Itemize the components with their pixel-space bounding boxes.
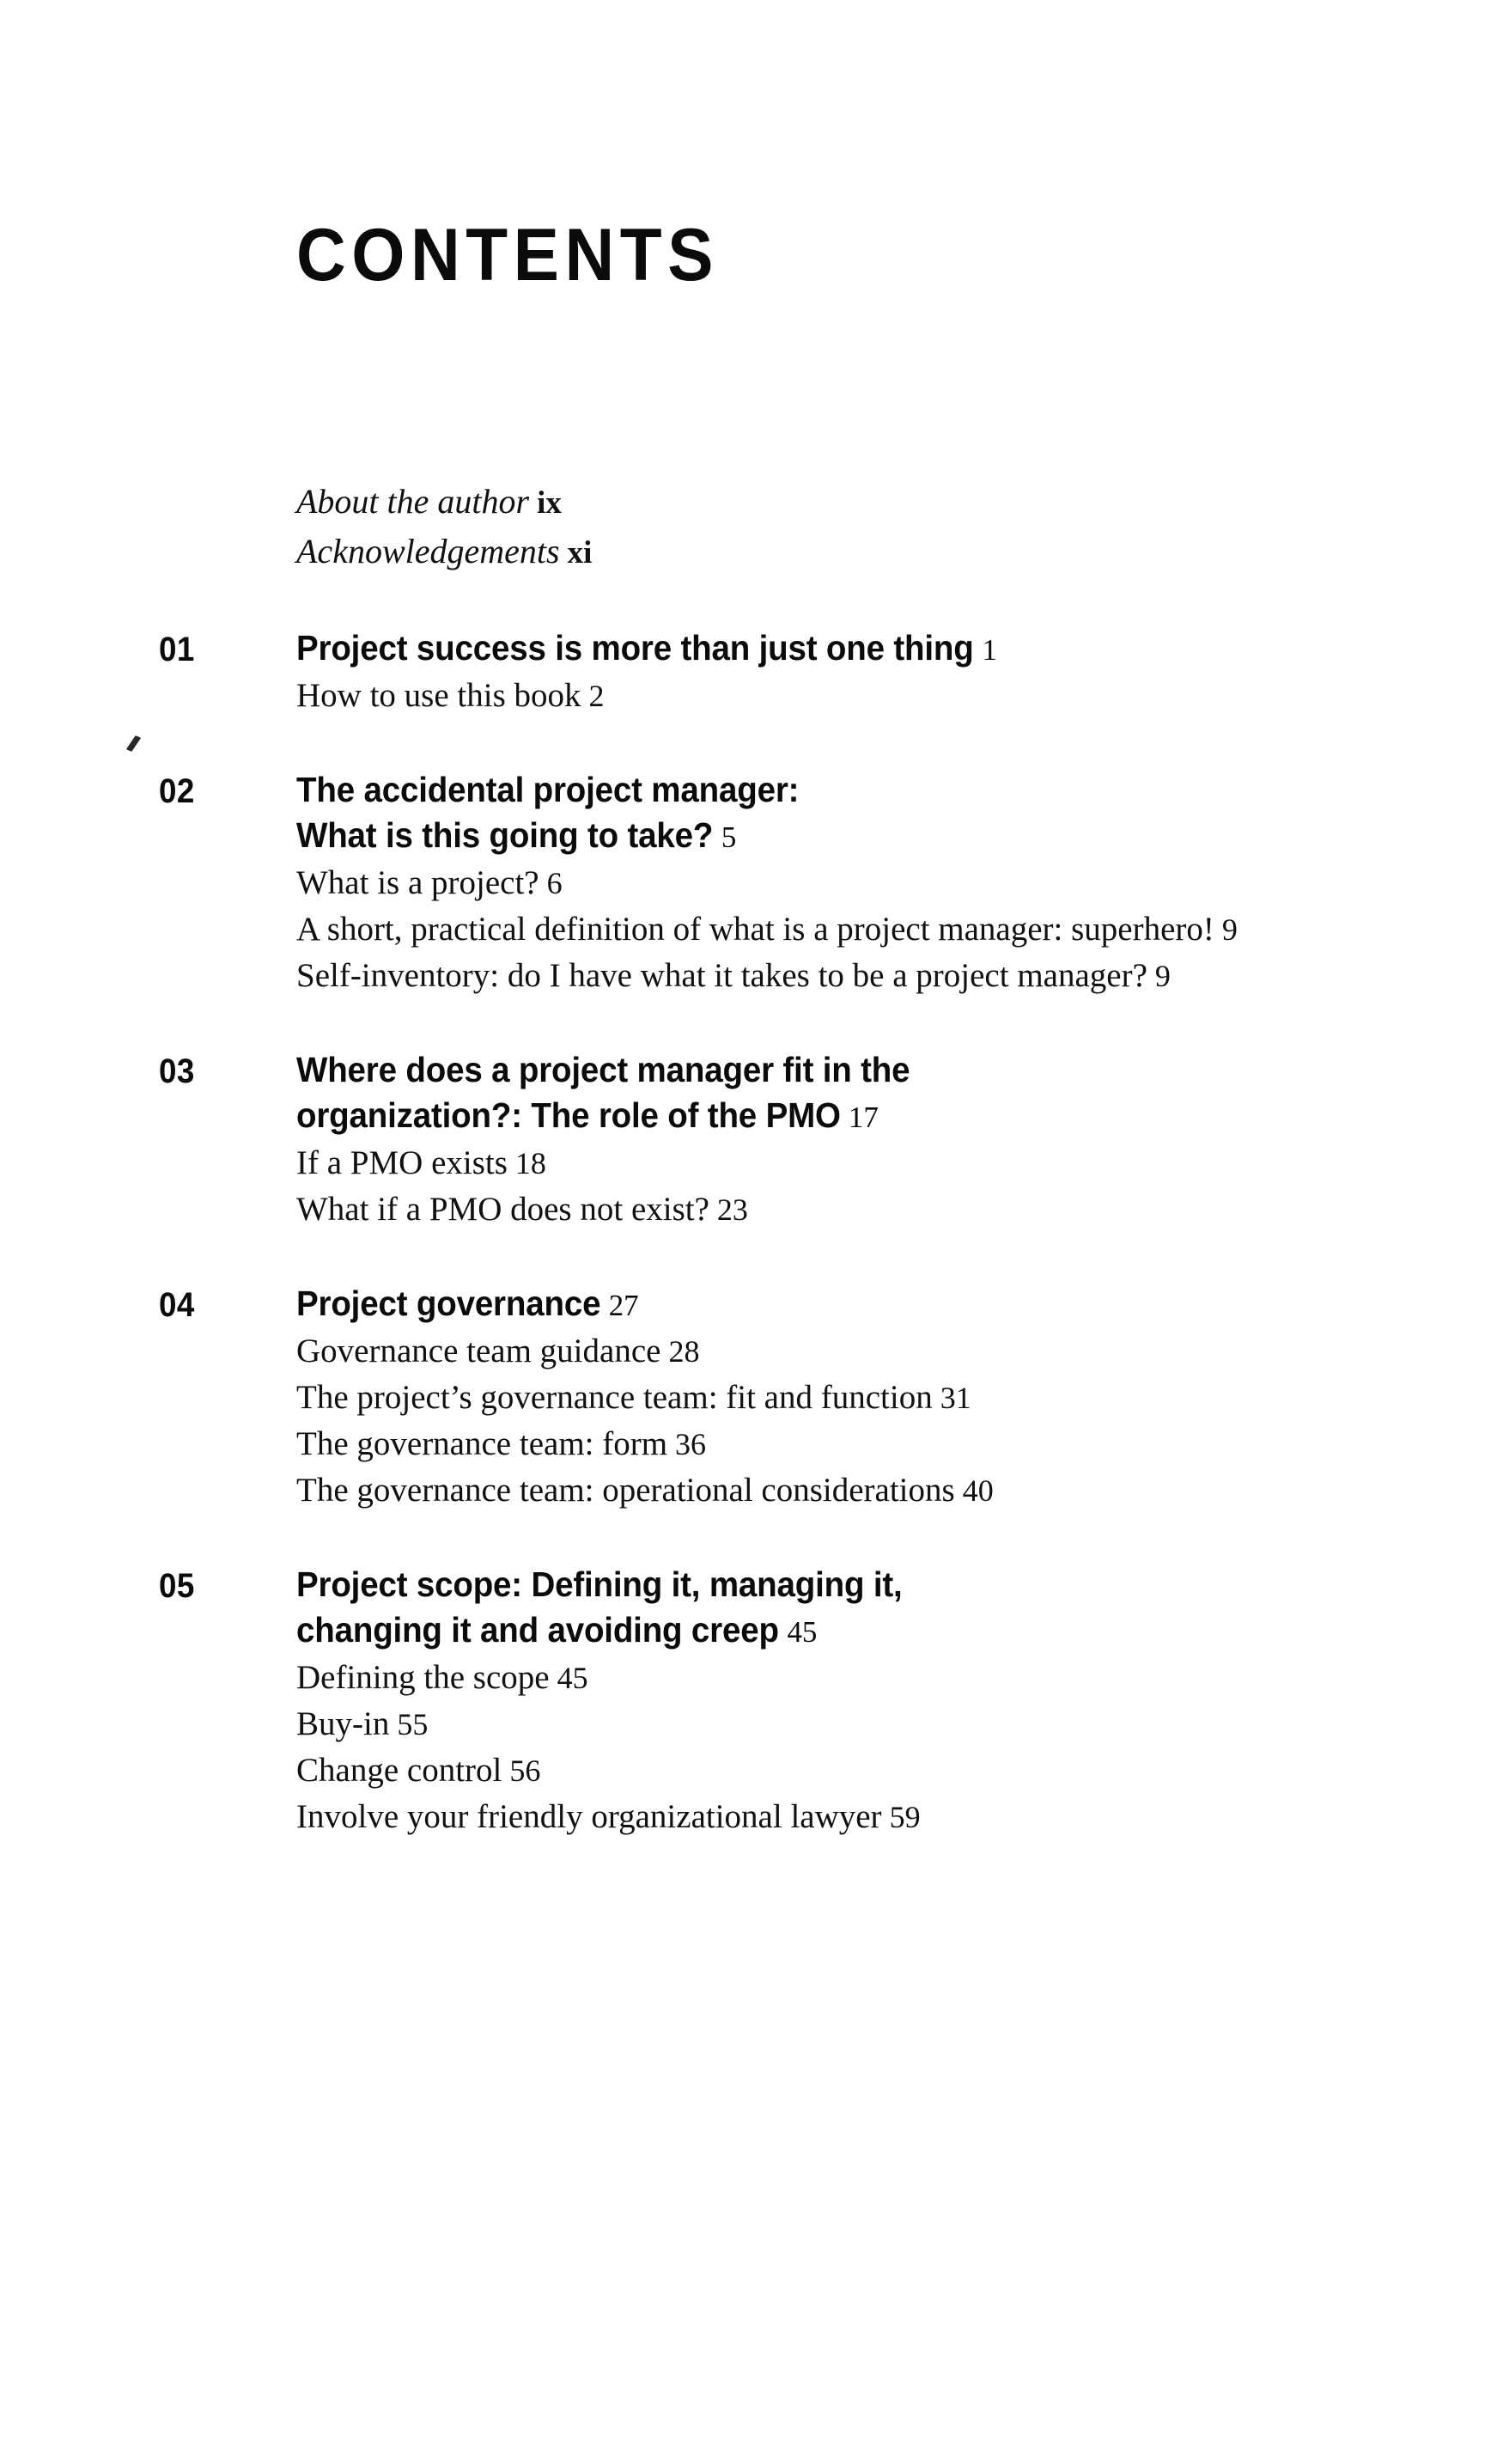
chapter-title[interactable]: Where does a project manager fit in the o… [296,1047,1336,1140]
frontmatter-page-number: ix [537,485,562,521]
chapter-title-line: The accidental project manager: [296,767,1274,813]
section-entry[interactable]: If a PMO exists 18 [296,1140,1299,1186]
section-list: What is a project? 6 A short, practical de… [296,860,1336,999]
chapter-title-text: Project scope: Defining it, managing it, [296,1564,903,1604]
chapter-page-number: 5 [721,820,737,854]
section-list: If a PMO exists 18 What if a PMO does not … [296,1140,1336,1233]
chapter-content: Project success is more than just one th… [296,625,1491,719]
chapter-title[interactable]: Project scope: Defining it, managing it,… [296,1562,1336,1655]
section-page-number: 56 [509,1753,541,1788]
chapter-content: The accidental project manager: What is t… [296,767,1491,999]
toc-page: CONTENTS About the author ix Acknowledgeme… [0,0,1491,2464]
chapter-content: Project scope: Defining it, managing it,… [296,1562,1491,1840]
chapter-title-line: Project success is more than just one th… [296,625,1274,673]
chapter-title-line: Where does a project manager fit in the [296,1047,1274,1093]
chapter-number: 01 [159,631,195,668]
section-page-number: 36 [675,1427,707,1461]
section-page-number: 18 [514,1146,546,1180]
section-label: What if a PMO does not exist? [296,1191,709,1228]
chapter-content: Project governance 27 Governance team guid… [296,1281,1491,1514]
section-entry[interactable]: What if a PMO does not exist? 23 [296,1186,1299,1233]
section-label: Change control [296,1752,502,1789]
section-list: Governance team guidance 28 The project’s … [296,1328,1336,1514]
frontmatter-label: About the author [296,482,530,521]
section-entry[interactable]: Self-inventory: do I have what it takes … [296,953,1299,999]
chapter-number: 02 [159,772,195,810]
chapter-page-number: 1 [982,633,997,667]
section-entry[interactable]: A short, practical definition of what is… [296,906,1299,953]
section-entry[interactable]: How to use this book 2 [296,673,1299,719]
chapter-title-line: What is this going to take? 5 [296,813,1274,860]
chapter-entry: 04 Project governance 27 Governance team gu… [0,1281,1491,1514]
chapter-page-number: 45 [787,1615,818,1649]
chapter-title-text: organization?: The role of the PMO [296,1095,841,1135]
chapter-title-line: changing it and avoiding creep 45 [296,1607,1274,1655]
section-label: What is a project? [296,864,539,901]
chapter-entry: 01 Project success is more than just one … [0,625,1491,719]
frontmatter-page-number: xi [567,535,593,570]
section-page-number: 45 [557,1661,588,1695]
chapter-title-text: Project governance [296,1284,601,1323]
section-page-number: 28 [668,1334,700,1369]
chapter-entry: 03 Where does a project manager fit in th… [0,1047,1491,1233]
section-entry[interactable]: The governance team: form 36 [296,1421,1299,1467]
page-title: CONTENTS [296,213,719,296]
section-entry[interactable]: Governance team guidance 28 [296,1328,1299,1375]
table-of-contents: About the author ix Acknowledgements xi 01 P… [0,478,1491,1840]
section-label: The governance team: form [296,1425,668,1462]
chapter-number: 05 [159,1567,195,1605]
section-page-number: 23 [716,1192,748,1227]
section-page-number: 9 [1221,912,1238,947]
section-label: The governance team: operational conside… [296,1472,955,1509]
chapter-number: 04 [159,1286,195,1324]
section-label: Buy-in [296,1705,390,1742]
section-label: If a PMO exists [296,1144,508,1181]
section-page-number: 55 [397,1707,429,1741]
section-page-number: 31 [940,1381,971,1415]
chapter-title[interactable]: The accidental project manager: What is t… [296,767,1336,860]
chapter-list: 01 Project success is more than just one … [0,625,1491,1840]
section-page-number: 40 [962,1473,994,1508]
chapter-title[interactable]: Project governance 27 [296,1281,1336,1328]
chapter-title-text: changing it and avoiding creep [296,1610,779,1650]
chapter-title-text: The accidental project manager: [296,770,800,809]
section-page-number: 59 [889,1800,921,1834]
section-label: Defining the scope [296,1659,550,1696]
section-entry[interactable]: Buy-in 55 [296,1701,1299,1747]
section-label: Governance team guidance [296,1333,661,1369]
section-label: The project’s governance team: fit and f… [296,1379,933,1416]
chapter-title-text: Where does a project manager fit in the [296,1050,910,1089]
section-list: How to use this book 2 [296,673,1336,719]
section-page-number: 2 [588,679,605,713]
section-label: Involve your friendly organizational law… [296,1798,882,1835]
section-page-number: 6 [546,866,563,900]
section-label: How to use this book [296,677,581,714]
section-page-number: 9 [1154,959,1171,993]
frontmatter-label: Acknowledgements [296,532,560,570]
chapter-title-line: Project scope: Defining it, managing it, [296,1562,1274,1607]
chapter-title[interactable]: Project success is more than just one th… [296,625,1336,673]
chapter-title-line: Project governance 27 [296,1281,1274,1328]
chapter-content: Where does a project manager fit in the o… [296,1047,1491,1233]
frontmatter-entry[interactable]: Acknowledgements xi [296,528,1491,577]
chapter-number: 03 [159,1052,195,1090]
chapter-title-line: organization?: The role of the PMO 17 [296,1093,1274,1140]
section-entry[interactable]: Change control 56 [296,1747,1299,1794]
section-entry[interactable]: Involve your friendly organizational law… [296,1794,1299,1840]
chapter-entry: 02 The accidental project manager: What is… [0,767,1491,999]
chapter-page-number: 27 [608,1289,639,1322]
section-entry[interactable]: Defining the scope 45 [296,1655,1299,1701]
section-list: Defining the scope 45 Buy-in 55 Change contr… [296,1655,1336,1840]
section-label: Self-inventory: do I have what it takes … [296,957,1147,994]
frontmatter-entry[interactable]: About the author ix [296,478,1491,528]
chapter-page-number: 17 [849,1101,879,1134]
chapter-title-text: Project success is more than just one th… [296,628,974,668]
chapter-title-text: What is this going to take? [296,815,714,855]
frontmatter-list: About the author ix Acknowledgements xi [0,478,1491,577]
section-entry[interactable]: What is a project? 6 [296,860,1299,906]
chapter-entry: 05 Project scope: Defining it, managing i… [0,1562,1491,1840]
section-entry[interactable]: The project’s governance team: fit and f… [296,1375,1299,1421]
section-label: A short, practical definition of what is… [296,911,1214,948]
section-entry[interactable]: The governance team: operational conside… [296,1467,1299,1514]
